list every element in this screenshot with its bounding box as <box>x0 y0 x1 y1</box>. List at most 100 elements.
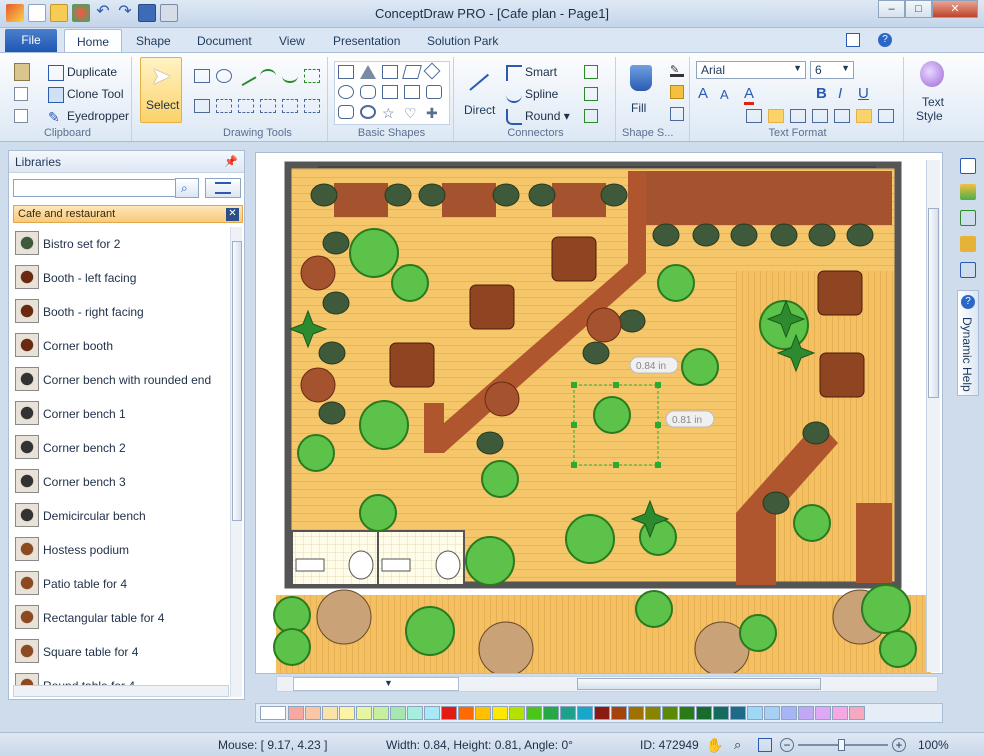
maximize-button[interactable]: □ <box>905 0 932 18</box>
curve-tool-icon[interactable] <box>282 69 298 83</box>
color-swatch[interactable] <box>747 706 763 720</box>
color-swatch[interactable] <box>322 706 338 720</box>
tab-presentation[interactable]: Presentation <box>333 34 400 48</box>
ring-shape-icon[interactable] <box>360 105 376 119</box>
library-hscrollbar[interactable] <box>13 685 229 697</box>
library-item[interactable]: Hostess podium <box>13 535 227 565</box>
dynamic-help-tab[interactable]: ? Dynamic Help <box>957 290 979 396</box>
zoom-tool-icon[interactable]: ⌕ <box>734 737 741 753</box>
cross-shape-icon[interactable]: ✚ <box>426 105 442 121</box>
rect-shape-icon[interactable] <box>338 65 354 79</box>
chain-connector-icon[interactable] <box>584 109 598 123</box>
page-select[interactable]: ▼ <box>293 677 459 691</box>
valign-top-icon[interactable] <box>834 109 850 123</box>
tree-connector-icon[interactable] <box>584 65 598 79</box>
grow-font-button[interactable]: A <box>698 85 708 102</box>
text-style-button[interactable]: Text Style <box>912 59 956 123</box>
tab-shape[interactable]: Shape <box>136 34 171 48</box>
duplicate-button[interactable]: Duplicate <box>48 65 117 81</box>
pen-tool-icon[interactable] <box>260 99 276 113</box>
color-swatch[interactable] <box>815 706 831 720</box>
color-swatch[interactable] <box>356 706 372 720</box>
format-icon[interactable] <box>14 109 28 123</box>
color-swatch[interactable] <box>781 706 797 720</box>
shrink-font-button[interactable]: A <box>720 87 729 102</box>
navigator-icon[interactable] <box>960 262 976 278</box>
style-icon[interactable] <box>670 107 684 121</box>
zoom-in-icon[interactable]: + <box>892 738 906 752</box>
color-swatch[interactable] <box>390 706 406 720</box>
text-color-button[interactable]: A <box>744 85 755 105</box>
library-scrollbar[interactable] <box>230 227 242 697</box>
shadow-icon[interactable] <box>670 85 684 99</box>
tab-view[interactable]: View <box>279 34 305 48</box>
color-swatch[interactable] <box>696 706 712 720</box>
hscroll-thumb[interactable] <box>577 678 821 690</box>
library-scrollbar-thumb[interactable] <box>232 241 242 521</box>
color-swatch[interactable] <box>594 706 610 720</box>
color-swatch[interactable] <box>849 706 865 720</box>
copy-icon[interactable] <box>14 87 28 101</box>
color-swatch[interactable] <box>713 706 729 720</box>
polyline-tool-icon[interactable] <box>304 69 320 83</box>
palette-menu-icon[interactable] <box>260 706 286 720</box>
behavior-icon[interactable] <box>960 210 976 226</box>
color-swatch[interactable] <box>492 706 508 720</box>
library-item[interactable]: Demicircular bench <box>13 501 227 531</box>
chain-tool-icon[interactable] <box>304 99 320 113</box>
org-connector-icon[interactable] <box>584 87 598 101</box>
point-tool-icon[interactable] <box>282 99 298 113</box>
star-shape-icon[interactable]: ☆ <box>382 105 398 121</box>
ellipse-tool-icon[interactable] <box>216 69 232 83</box>
rectangle-tool-icon[interactable] <box>194 69 210 83</box>
line-tool-icon[interactable] <box>235 65 257 87</box>
canvas-vscrollbar[interactable] <box>926 160 940 672</box>
library-item[interactable]: Corner bench 3 <box>13 467 227 497</box>
color-swatch[interactable] <box>611 706 627 720</box>
tab-file[interactable]: File <box>5 29 57 52</box>
library-view-button[interactable] <box>205 178 241 198</box>
font-size-select[interactable]: 6 ▼ <box>810 61 854 79</box>
color-swatch[interactable] <box>543 706 559 720</box>
library-item[interactable]: Corner bench 1 <box>13 399 227 429</box>
line-color-icon[interactable]: ✎ <box>670 63 684 77</box>
color-swatch[interactable] <box>645 706 661 720</box>
fit-page-icon[interactable] <box>758 738 772 752</box>
valign-bottom-icon[interactable] <box>878 109 894 123</box>
library-search-button[interactable]: ⌕ <box>175 178 199 198</box>
pages-icon[interactable] <box>960 158 976 174</box>
color-swatch[interactable] <box>305 706 321 720</box>
format-painter-icon[interactable] <box>960 236 976 252</box>
color-swatch[interactable] <box>288 706 304 720</box>
color-swatch[interactable] <box>764 706 780 720</box>
align-center-icon[interactable] <box>768 109 784 123</box>
pin-icon[interactable]: 📌 <box>224 155 238 168</box>
triangle-shape-icon[interactable] <box>360 65 376 79</box>
underline-button[interactable]: U <box>858 85 869 102</box>
circle-shape-icon[interactable] <box>338 85 354 99</box>
layout-icon[interactable] <box>846 33 860 47</box>
library-item[interactable]: Corner bench 2 <box>13 433 227 463</box>
color-swatch[interactable] <box>832 706 848 720</box>
color-swatch[interactable] <box>628 706 644 720</box>
align-justify-icon[interactable] <box>812 109 828 123</box>
library-item[interactable]: Booth - left facing <box>13 263 227 293</box>
fill-button[interactable]: Fill <box>624 63 660 123</box>
library-item[interactable]: Corner booth <box>13 331 227 361</box>
color-swatch[interactable] <box>798 706 814 720</box>
color-swatch[interactable] <box>679 706 695 720</box>
eyedropper-button[interactable]: ✎ Eyedropper <box>48 109 129 125</box>
library-item[interactable]: Booth - right facing <box>13 297 227 327</box>
library-item[interactable]: Corner bench with rounded end <box>13 365 227 395</box>
text-tool-icon[interactable] <box>194 99 210 113</box>
color-swatch[interactable] <box>526 706 542 720</box>
tab-home[interactable]: Home <box>64 29 123 53</box>
color-swatch[interactable] <box>730 706 746 720</box>
active-library-bar[interactable]: Cafe and restaurant ✕ <box>13 205 243 223</box>
clone-tool-button[interactable]: Clone Tool <box>48 87 123 103</box>
library-search-input[interactable] <box>13 179 183 197</box>
hand-icon[interactable]: ✋ <box>706 737 723 754</box>
bezier-tool-icon[interactable] <box>238 99 254 113</box>
color-swatch[interactable] <box>475 706 491 720</box>
spline-connector-button[interactable]: Spline <box>506 87 558 103</box>
